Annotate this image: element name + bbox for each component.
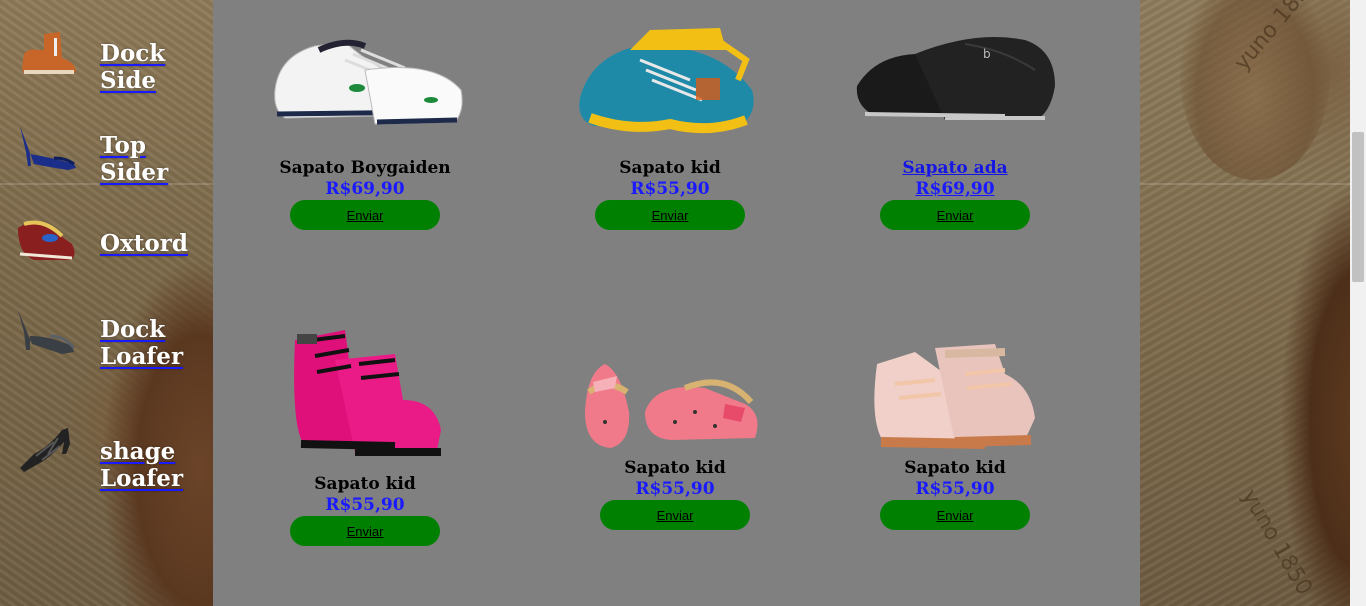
product-card: Sapato kid R$55,90 Enviar (265, 320, 465, 546)
right-background-image: yuno 1850 yuno 1850 (1140, 0, 1350, 606)
send-button[interactable]: Enviar (600, 500, 750, 530)
product-card: Sapato kid R$55,90 Enviar (570, 20, 770, 230)
sidebar-item-label[interactable]: Dock Loafer (100, 316, 200, 370)
product-card: Sapato kid R$55,90 Enviar (855, 334, 1055, 530)
product-card: Sapato kid R$55,90 Enviar (575, 352, 775, 530)
rose-gold-sneaker-icon (874, 344, 1035, 449)
send-button[interactable]: Enviar (880, 200, 1030, 230)
scrollbar-thumb[interactable] (1352, 132, 1364, 282)
send-button[interactable]: Enviar (595, 200, 745, 230)
sidebar-item-label[interactable]: Dock Side (100, 40, 213, 94)
vertical-scrollbar[interactable] (1350, 0, 1366, 606)
blue-yellow-sneaker-icon (579, 28, 754, 134)
pink-boot-icon (294, 330, 441, 456)
product-name: Sapato kid (624, 458, 726, 478)
product-price: R$55,90 (915, 479, 995, 499)
sidebar-menu: Dock Side Top Sider Oxtord Dock Loafer s… (0, 0, 213, 606)
product-card: b Sapato ada R$69,90 Enviar (855, 30, 1055, 230)
product-name: Sapato kid (314, 474, 416, 494)
sidebar-item-label[interactable]: shage Loafer (100, 438, 200, 492)
black-slipon-icon: b (856, 37, 1055, 120)
product-card: Sapato Boygaiden R$69,90 Enviar (265, 30, 465, 230)
send-button[interactable]: Enviar (290, 200, 440, 230)
product-grid: Sapato Boygaiden R$69,90 Enviar Sapato k… (213, 0, 1140, 606)
product-name-link[interactable]: Sapato ada (855, 158, 1055, 178)
product-name: Sapato kid (904, 458, 1006, 478)
product-price: R$55,90 (630, 179, 710, 199)
product-price: R$55,90 (325, 495, 405, 515)
loafer-icon (18, 220, 75, 260)
product-price: R$55,90 (635, 479, 715, 499)
send-button[interactable]: Enviar (880, 500, 1030, 530)
svg-text:b: b (983, 47, 991, 61)
ankle-boot-icon (22, 32, 76, 74)
send-button[interactable]: Enviar (290, 516, 440, 546)
sidebar-item-label[interactable]: Top Sider (100, 132, 213, 186)
blue-heel-icon (20, 126, 76, 170)
product-name: Sapato kid (619, 158, 721, 178)
product-price-link[interactable]: R$69,90 (855, 178, 1055, 200)
sidebar-item-label[interactable]: Oxtord (100, 230, 188, 257)
white-sneaker-icon (274, 39, 463, 125)
product-price: R$69,90 (325, 179, 405, 199)
strappy-heel-icon (20, 428, 70, 472)
pink-flats-icon (585, 364, 758, 448)
product-name: Sapato Boygaiden (279, 158, 451, 178)
platform-heel-icon (18, 310, 76, 354)
